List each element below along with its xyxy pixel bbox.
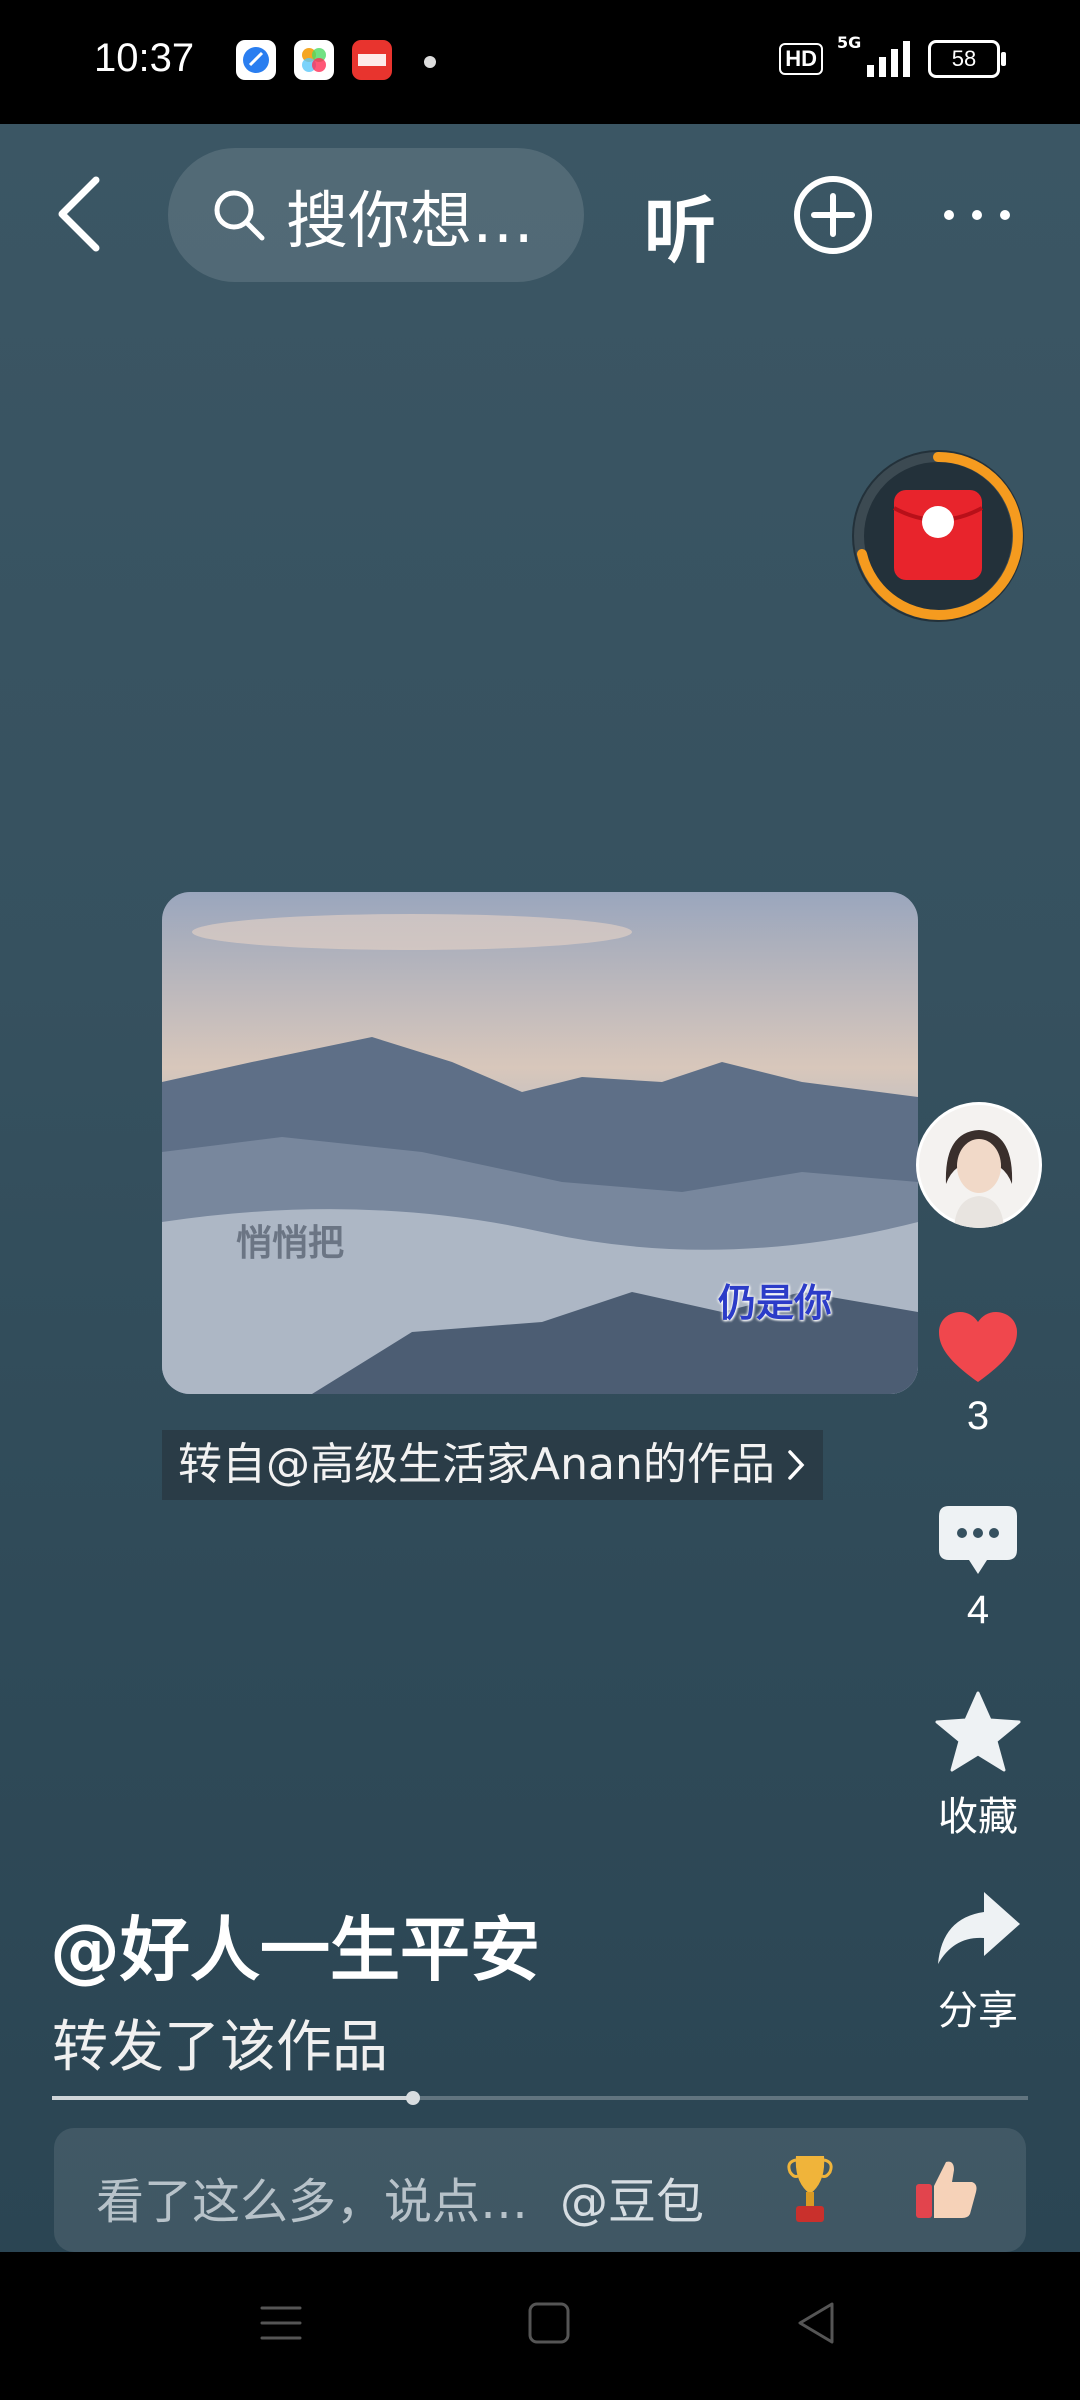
more-dot-icon bbox=[972, 210, 982, 220]
status-bar: 10:37 HD 5G 58 bbox=[0, 0, 1080, 124]
share-label: 分享 bbox=[938, 1988, 1018, 2034]
video-player[interactable]: 悄悄把 仍是你 bbox=[162, 892, 918, 1394]
repost-text: 转发了该作品 bbox=[52, 2015, 388, 2080]
system-nav-bar bbox=[0, 2252, 1080, 2400]
app-icon-browser bbox=[236, 40, 276, 80]
favorite-button[interactable]: 收藏 bbox=[918, 1690, 1038, 1842]
like-button[interactable]: 3 bbox=[918, 1310, 1038, 1439]
author-name[interactable]: @好人一生平安 bbox=[50, 1894, 540, 1995]
menu-icon[interactable] bbox=[258, 2300, 304, 2346]
red-packet-icon bbox=[854, 451, 1023, 620]
video-caption-left: 悄悄把 bbox=[236, 1223, 345, 1264]
app-icon-gallery bbox=[294, 40, 334, 80]
video-caption-right: 仍是你 bbox=[718, 1281, 833, 1325]
comment-count: 4 bbox=[966, 1588, 990, 1632]
comment-input-bar[interactable]: 看了这么多，说点… @豆包 bbox=[54, 2128, 1026, 2252]
comment-button[interactable]: 4 bbox=[918, 1504, 1038, 1633]
heart-icon bbox=[939, 1312, 1017, 1382]
video-feed-screen: 搜你想… 听 悄悄把 仍是你 转自@高级生活家Anan的作品 3 4 收藏 分享… bbox=[0, 124, 1080, 2252]
notification-dot bbox=[424, 56, 436, 68]
red-packet-reward-button[interactable] bbox=[852, 450, 1024, 622]
video-progress-bar[interactable] bbox=[52, 2091, 1028, 2105]
more-options-button[interactable] bbox=[944, 210, 1010, 220]
avatar-image bbox=[919, 1105, 1039, 1228]
star-icon bbox=[935, 1691, 1021, 1772]
network-type: 5G bbox=[837, 33, 862, 52]
progress-fill bbox=[52, 2096, 414, 2100]
thumbs-up-icon[interactable] bbox=[912, 2154, 982, 2224]
trophy-icon[interactable] bbox=[786, 2152, 834, 2228]
share-arrow-icon bbox=[938, 1892, 1020, 1964]
source-link[interactable]: 转自@高级生活家Anan的作品 bbox=[162, 1430, 823, 1500]
battery-level: 58 bbox=[951, 46, 977, 71]
chevron-right-icon bbox=[788, 1450, 805, 1480]
favorite-label: 收藏 bbox=[938, 1794, 1018, 1840]
source-text: 转自@高级生活家Anan的作品 bbox=[178, 1439, 775, 1490]
add-button[interactable] bbox=[792, 174, 874, 260]
share-button[interactable]: 分享 bbox=[918, 1888, 1038, 2036]
mention-doubao[interactable]: @豆包 bbox=[560, 2162, 704, 2232]
plus-circle-icon bbox=[794, 176, 872, 254]
status-time: 10:37 bbox=[94, 36, 195, 80]
comment-placeholder: 看了这么多，说点… bbox=[96, 2174, 529, 2230]
comment-bubble-icon bbox=[939, 1506, 1017, 1574]
battery-icon: 58 bbox=[928, 40, 1006, 78]
more-dot-icon bbox=[1000, 210, 1010, 220]
listen-button[interactable]: 听 bbox=[644, 172, 716, 277]
search-icon bbox=[214, 190, 265, 241]
back-button[interactable] bbox=[52, 174, 112, 254]
signal-icon: 5G bbox=[837, 33, 910, 77]
like-count: 3 bbox=[966, 1394, 990, 1438]
author-avatar[interactable] bbox=[916, 1102, 1042, 1228]
search-placeholder: 搜你想… bbox=[286, 184, 535, 257]
app-icon-toutiao bbox=[352, 40, 392, 80]
more-dot-icon bbox=[944, 210, 954, 220]
back-arrow-icon bbox=[58, 176, 100, 252]
search-bar[interactable]: 搜你想… bbox=[168, 148, 584, 282]
hd-badge: HD bbox=[779, 43, 823, 75]
home-icon[interactable] bbox=[526, 2300, 572, 2346]
back-nav-icon[interactable] bbox=[794, 2300, 840, 2346]
progress-knob[interactable] bbox=[406, 2091, 421, 2105]
